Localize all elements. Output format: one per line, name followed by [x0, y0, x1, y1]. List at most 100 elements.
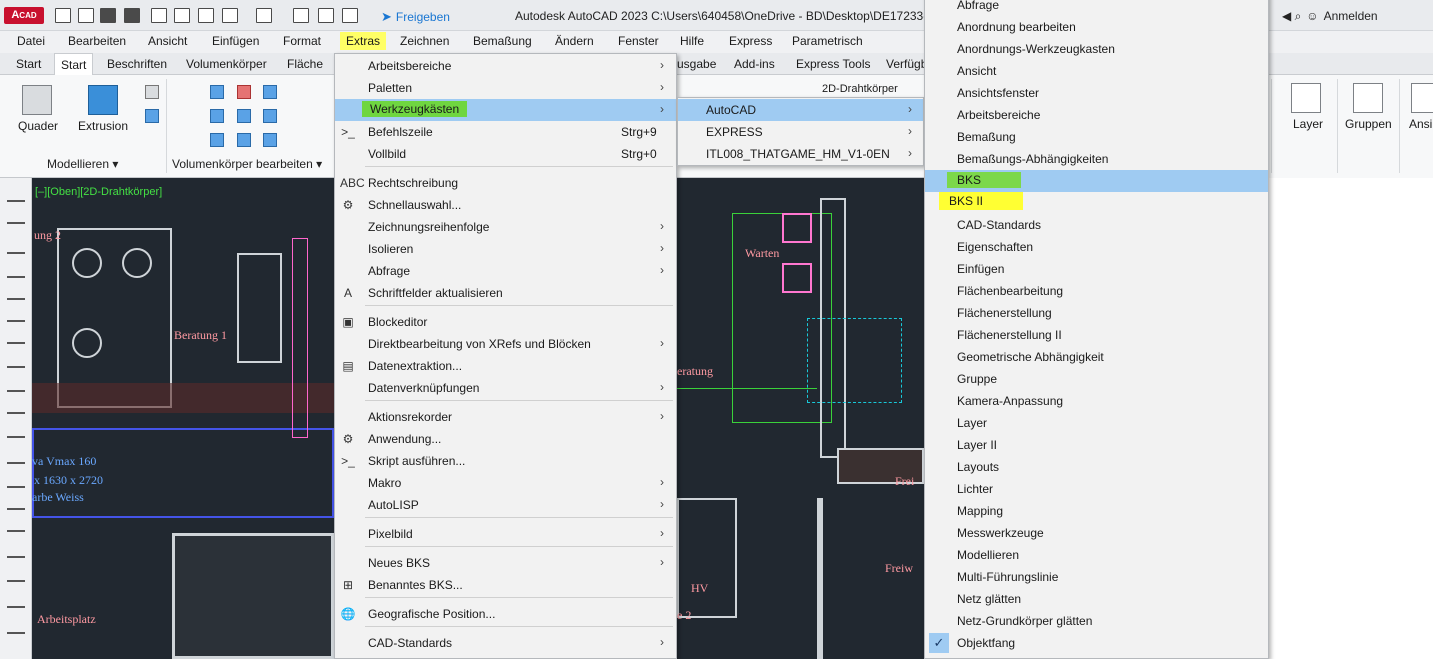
menu-datei[interactable]: Datei: [17, 34, 45, 48]
sweep-icon[interactable]: [145, 109, 159, 123]
block-tool-icon[interactable]: [7, 496, 25, 510]
gruppen-button[interactable]: Gruppen: [1345, 117, 1392, 131]
menu-item-abfrage[interactable]: Abfrage ›: [335, 260, 676, 282]
tab-volumenkoerper[interactable]: Volumenkörper: [186, 57, 267, 71]
toolbar-item-bemaßung[interactable]: Bemaßung: [925, 126, 1268, 148]
menu-parametrisch[interactable]: Parametrisch: [792, 34, 863, 48]
box-solid-icon[interactable]: [22, 85, 52, 115]
snap-tool-icon[interactable]: [7, 568, 25, 582]
submenu-item-autocad[interactable]: AutoCAD ›: [678, 99, 923, 121]
toolbar-item-layouts[interactable]: Layouts: [925, 456, 1268, 478]
toolbar-item-anordnung-bearbeiten[interactable]: Anordnung bearbeiten: [925, 16, 1268, 38]
toolbar-item-flächenerstellung-ii[interactable]: Flächenerstellung II: [925, 324, 1268, 346]
toolbar-item-geometrische-abhängigkeit[interactable]: Geometrische Abhängigkeit: [925, 346, 1268, 368]
trim-tool-icon[interactable]: [7, 308, 25, 322]
menu-hilfe[interactable]: Hilfe: [680, 34, 704, 48]
panel-title-volumenkoerper[interactable]: Volumenkörper bearbeiten ▾: [172, 157, 322, 171]
quader-button[interactable]: Quader: [18, 119, 58, 133]
toolbar-item-mapping[interactable]: Mapping: [925, 500, 1268, 522]
menu-zeichnen[interactable]: Zeichnen: [400, 34, 449, 48]
toolbar-item-netz-grundkörper-glätten[interactable]: Netz-Grundkörper glätten: [925, 610, 1268, 632]
toolbar-item-arbeitsbereiche[interactable]: Arbeitsbereiche: [925, 104, 1268, 126]
menu-item-benanntes-bks[interactable]: ⊞ Benanntes BKS...: [335, 574, 676, 596]
toolbar-item-modellieren[interactable]: Modellieren: [925, 544, 1268, 566]
menu-item-schriftfelder-aktualisieren[interactable]: A Schriftfelder aktualisieren: [335, 282, 676, 304]
save-icon[interactable]: [100, 8, 116, 23]
menu-item-datenextraktion[interactable]: ▤ Datenextraktion...: [335, 355, 676, 377]
layer-properties-icon[interactable]: [1291, 83, 1321, 113]
toolbar-item-ansicht[interactable]: Ansicht: [925, 60, 1268, 82]
menu-extras[interactable]: Extras: [340, 32, 387, 50]
fillet-edge-icon[interactable]: [210, 133, 224, 147]
extrude-icon[interactable]: [88, 85, 118, 115]
panel-title-modellieren[interactable]: Modellieren ▾: [47, 157, 118, 171]
revcloud-tool-icon[interactable]: [7, 424, 25, 438]
plot-preview-icon[interactable]: [174, 8, 190, 23]
group-icon[interactable]: [1353, 83, 1383, 113]
toolbar-item-anordnungs-werkzeugkasten[interactable]: Anordnungs-Werkzeugkasten: [925, 38, 1268, 60]
viewport-label[interactable]: [–][Oben][2D-Drahtkörper]: [35, 186, 162, 198]
extract-edges-icon[interactable]: [263, 109, 277, 123]
menu-item-vollbild[interactable]: Vollbild Strg+0: [335, 143, 676, 165]
move-tool-icon[interactable]: [7, 544, 25, 558]
thicken-icon[interactable]: [237, 109, 251, 123]
menu-item-anwendung[interactable]: ⚙ Anwendung...: [335, 428, 676, 450]
menu-item-datenverknüpfungen[interactable]: Datenverknüpfungen ›: [335, 377, 676, 399]
signin-button[interactable]: ◀ ⌕ ☺ Anmelden: [1282, 9, 1378, 24]
toolbar-item-orbit[interactable]: Orbit: [925, 654, 1268, 658]
toolbar-item-objektfang[interactable]: ✓ Objektfang: [925, 632, 1268, 654]
autocad-logo-icon[interactable]: ACAD: [4, 7, 44, 24]
view-icon[interactable]: [1411, 83, 1433, 113]
toolbar-item-layer-ii[interactable]: Layer II: [925, 434, 1268, 456]
shell-icon[interactable]: [237, 133, 251, 147]
circle-tool-icon[interactable]: [7, 378, 25, 392]
union-icon[interactable]: [210, 85, 224, 99]
submenu-item-itl008-thatgame-hm-v1-0en[interactable]: ITL008_THATGAME_HM_V1-0EN ›: [678, 143, 923, 165]
intersect-icon[interactable]: [263, 85, 277, 99]
match-properties-icon[interactable]: [318, 8, 334, 23]
toolbar-item-flächenerstellung[interactable]: Flächenerstellung: [925, 302, 1268, 324]
toolbar-item-abfrage[interactable]: Abfrage: [925, 0, 1268, 16]
extend-tool-icon[interactable]: [7, 330, 25, 344]
menu-item-autolisp[interactable]: AutoLISP ›: [335, 494, 676, 516]
toolbar-item-einfügen[interactable]: Einfügen: [925, 258, 1268, 280]
menu-item-arbeitsbereiche[interactable]: Arbeitsbereiche ›: [335, 55, 676, 77]
menu-item-cad-standards[interactable]: CAD-Standards ›: [335, 632, 676, 654]
menu-item-rechtschreibung[interactable]: ABC Rechtschreibung: [335, 172, 676, 194]
toolbar-item-bks[interactable]: BKS: [925, 170, 1268, 192]
toolbar-item-bks-ii[interactable]: BKS II: [925, 192, 1268, 214]
toolbar-item-multi-führungslinie[interactable]: Multi-Führungslinie: [925, 566, 1268, 588]
toolbar-item-eigenschaften[interactable]: Eigenschaften: [925, 236, 1268, 258]
toolbar-item-cad-standards[interactable]: CAD-Standards: [925, 214, 1268, 236]
menu-fenster[interactable]: Fenster: [618, 34, 659, 48]
tab-flaeche[interactable]: Fläche: [287, 57, 323, 71]
menu-item-isolieren[interactable]: Isolieren ›: [335, 238, 676, 260]
menu-item-aktionsrekorder[interactable]: Aktionsrekorder ›: [335, 406, 676, 428]
open-file-icon[interactable]: [78, 8, 94, 23]
line-tool-icon[interactable]: [7, 188, 25, 202]
magnet-tool-icon[interactable]: [7, 594, 25, 608]
toolbar-item-lichter[interactable]: Lichter: [925, 478, 1268, 500]
slice-icon[interactable]: [210, 109, 224, 123]
pan-hand-icon[interactable]: [151, 8, 167, 23]
menu-item-zeichnungsreihenfolge[interactable]: Zeichnungsreihenfolge ›: [335, 216, 676, 238]
redo-icon[interactable]: [256, 8, 272, 23]
ansicht-button[interactable]: Ansi: [1409, 117, 1432, 131]
toolbar-item-layer[interactable]: Layer: [925, 412, 1268, 434]
arc-tool-icon[interactable]: [7, 286, 25, 300]
menu-item-blockeditor[interactable]: ▣ Blockeditor: [335, 311, 676, 333]
ray-tool-icon[interactable]: [7, 264, 25, 278]
menu-item-werkzeugkästen[interactable]: Werkzeugkästen ›: [335, 99, 676, 121]
dashed-line-icon[interactable]: [7, 354, 25, 368]
tab-start-1[interactable]: Start: [16, 57, 41, 71]
submenu-item-express[interactable]: EXPRESS ›: [678, 121, 923, 143]
tab-verfuegbar[interactable]: Verfügb: [886, 57, 927, 71]
save-as-icon[interactable]: [124, 8, 140, 23]
toolbar-item-flächenbearbeitung[interactable]: Flächenbearbeitung: [925, 280, 1268, 302]
menu-item-befehlszeile[interactable]: >_ Befehlszeile Strg+9: [335, 121, 676, 143]
tab-start-active[interactable]: Start: [54, 53, 94, 76]
toolbar-item-kamera-anpassung[interactable]: Kamera-Anpassung: [925, 390, 1268, 412]
dimension-tool-icon[interactable]: [7, 450, 25, 464]
menu-item-makro[interactable]: Makro ›: [335, 472, 676, 494]
menu-aendern[interactable]: Ändern: [555, 34, 594, 48]
